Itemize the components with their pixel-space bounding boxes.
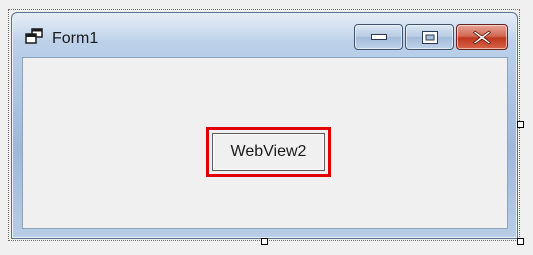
close-button[interactable] <box>456 24 508 50</box>
form-client-area[interactable]: WebView2 <box>22 57 508 229</box>
close-icon <box>473 29 491 45</box>
title-bar[interactable]: Form1 <box>12 13 517 55</box>
resize-handle-bottom-right[interactable] <box>517 238 524 245</box>
minimize-icon <box>370 34 387 40</box>
webview2-button[interactable]: WebView2 <box>212 133 325 171</box>
maximize-button[interactable] <box>405 24 454 50</box>
designer-surface: Form1 WebView2 <box>0 0 533 255</box>
minimize-button[interactable] <box>354 24 403 50</box>
form-window[interactable]: Form1 WebView2 <box>11 12 518 239</box>
resize-handle-right[interactable] <box>517 121 524 128</box>
maximize-icon <box>421 30 438 44</box>
resize-handle-bottom[interactable] <box>261 238 268 245</box>
form-window-icon <box>25 28 43 44</box>
window-title: Form1 <box>52 30 99 47</box>
